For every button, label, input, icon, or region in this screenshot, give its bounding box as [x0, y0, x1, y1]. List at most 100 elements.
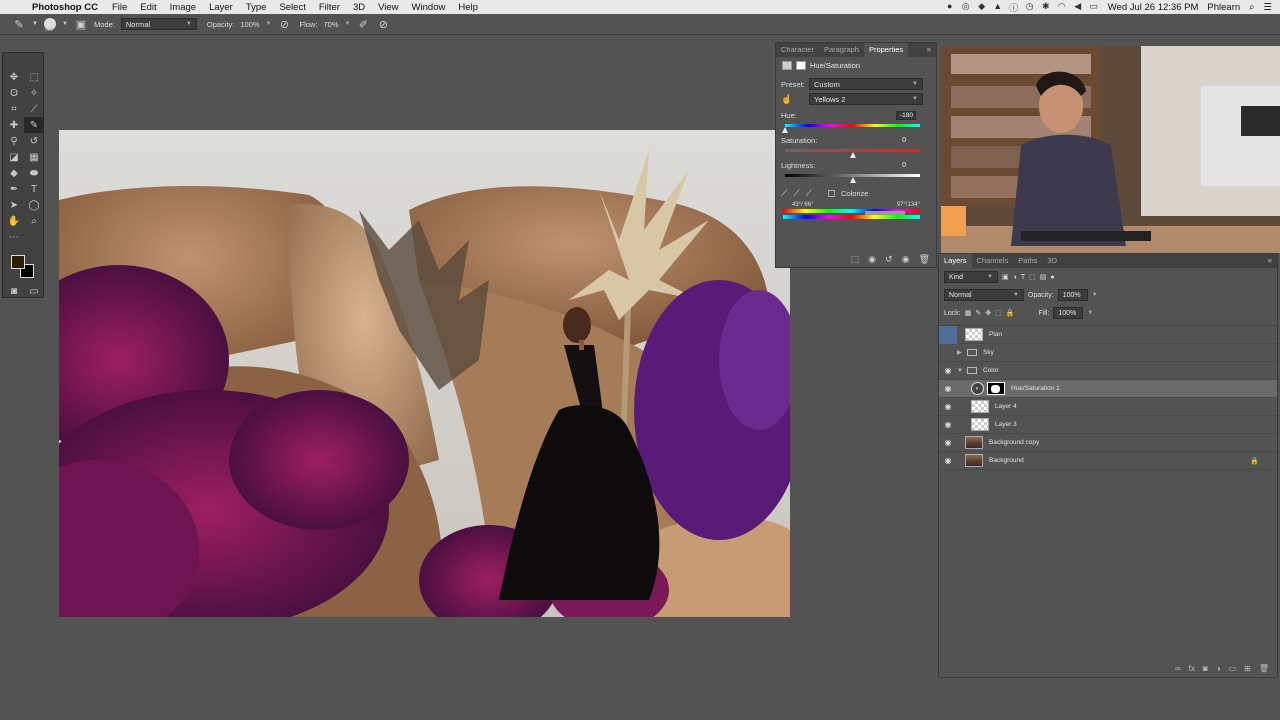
saturation-slider-thumb[interactable] [849, 152, 856, 158]
menu-help[interactable]: Help [458, 2, 478, 13]
hue-slider-thumb[interactable] [782, 127, 788, 133]
view-previous-icon[interactable]: ◉ [868, 254, 876, 265]
quick-mask-icon[interactable]: ◙ [6, 283, 22, 299]
spotlight-icon[interactable]: ⌕ [1249, 2, 1254, 13]
layer-name[interactable]: Layer 3 [995, 421, 1017, 428]
pressure-opacity-icon[interactable]: ⊘ [278, 18, 292, 31]
blend-mode-dropdown[interactable]: Normal ▼ [944, 289, 1024, 301]
chevron-down-icon[interactable]: ▼ [1087, 310, 1093, 316]
drive-icon[interactable]: ▲ [993, 1, 1003, 14]
lock-position-icon[interactable]: ✥ [985, 309, 991, 317]
battery-icon[interactable]: ▭ [1089, 1, 1099, 14]
bluetooth-icon[interactable]: ✱ [1041, 1, 1051, 14]
trash-icon[interactable]: 🗑 [1259, 664, 1269, 673]
wifi-icon[interactable]: ◠ [1057, 1, 1067, 14]
menu-layer[interactable]: Layer [209, 2, 233, 13]
lock-all-icon[interactable]: 🔒 [1006, 309, 1015, 317]
chevron-down-icon[interactable]: ▼ [266, 21, 272, 27]
eye-icon[interactable]: ◉ [939, 456, 957, 465]
magic-wand-tool-icon[interactable]: ✧ [24, 85, 44, 101]
type-tool-icon[interactable]: T [24, 181, 44, 197]
new-layer-icon[interactable]: ⊞ [1244, 664, 1251, 673]
airbrush-icon[interactable]: ✐ [356, 18, 370, 31]
clock-icon[interactable]: ◷ [1025, 1, 1035, 14]
mode-dropdown[interactable]: Normal ▼ [120, 18, 197, 30]
clone-stamp-tool-icon[interactable]: ⚲ [4, 133, 24, 149]
visibility-off-icon[interactable]: ◉ [939, 348, 957, 357]
filter-type-icon[interactable]: T [1021, 274, 1025, 281]
brush-tool-icon[interactable]: ✎ [12, 18, 26, 31]
move-tool-icon[interactable]: ✥ [4, 69, 24, 85]
targeted-adjustment-hand-icon[interactable]: ☝ [781, 94, 809, 105]
filter-toggle-icon[interactable]: ● [1050, 274, 1054, 281]
filter-pixel-icon[interactable]: ▣ [1002, 273, 1009, 281]
eyedropper-icon[interactable]: ⟋ [781, 188, 787, 199]
layer-name[interactable]: Background copy [989, 439, 1039, 446]
layer-row[interactable]: Plan [939, 325, 1277, 344]
pressure-size-icon[interactable]: ⊘ [376, 18, 390, 31]
info-icon[interactable]: ⓘ [1009, 1, 1019, 14]
clip-to-layer-icon[interactable]: ⬚ [851, 254, 860, 265]
menu-view[interactable]: View [378, 2, 398, 13]
menu-file[interactable]: File [112, 2, 127, 13]
record-icon[interactable]: ● [945, 1, 955, 14]
lock-pixels-icon[interactable]: ✎ [975, 309, 981, 317]
visibility-icon[interactable]: ◉ [902, 254, 910, 265]
eye-icon[interactable]: ◉ [939, 402, 957, 411]
gradient-tool-icon[interactable]: ▦ [24, 149, 44, 165]
blur-tool-icon[interactable]: ◆ [4, 165, 24, 181]
fill-field[interactable]: 100% [1053, 307, 1084, 319]
filter-shape-icon[interactable]: ⬚ [1029, 273, 1036, 281]
layer-group-row[interactable]: ◉ ▶ Sky [939, 344, 1277, 362]
hue-slider[interactable] [782, 120, 920, 134]
layer-filter-dropdown[interactable]: Kind ▼ [944, 271, 998, 283]
brush-tool-icon[interactable]: ✎ [24, 117, 44, 133]
hand-tool-icon[interactable]: ✋ [4, 213, 24, 229]
saturation-slider[interactable] [785, 145, 920, 159]
layer-name[interactable]: Color [983, 367, 999, 374]
eye-icon[interactable]: ◉ [939, 384, 957, 393]
tab-character[interactable]: Character [776, 43, 819, 57]
menu-window[interactable]: Window [412, 2, 446, 13]
healing-brush-tool-icon[interactable]: ✚ [4, 117, 24, 133]
chevron-down-icon[interactable]: ▼ [32, 21, 38, 27]
layer-row[interactable]: ◉ Layer 3 [939, 416, 1277, 434]
new-adjustment-icon[interactable]: ◑ [1216, 664, 1221, 673]
add-mask-icon[interactable]: ◙ [1203, 664, 1208, 673]
app-menu[interactable]: Photoshop CC [32, 2, 98, 13]
screen-mode-icon[interactable]: ▭ [26, 283, 42, 299]
tab-properties[interactable]: Properties [863, 43, 909, 57]
crop-tool-icon[interactable]: ⌗ [4, 101, 24, 117]
layer-name[interactable]: Sky [983, 349, 994, 356]
layer-row[interactable]: ◉ Background copy [939, 434, 1277, 452]
menu-edit[interactable]: Edit [140, 2, 156, 13]
eye-icon[interactable]: ◉ [939, 420, 957, 429]
history-brush-tool-icon[interactable]: ↺ [24, 133, 44, 149]
preset-dropdown[interactable]: Custom ▼ [809, 78, 923, 90]
pen-tool-icon[interactable]: ✒ [4, 181, 24, 197]
saturation-value-field[interactable]: 0 [902, 137, 906, 144]
layer-style-icon[interactable]: fx [1189, 664, 1195, 673]
layer-name[interactable]: Layer 4 [995, 403, 1017, 410]
adjustment-type-icon[interactable] [782, 61, 792, 70]
notification-center-icon[interactable]: ☰ [1263, 2, 1272, 13]
eye-icon[interactable]: ◉ [939, 366, 957, 375]
layer-mask-icon[interactable] [796, 61, 806, 70]
flow-field[interactable]: 70% [323, 20, 338, 29]
link-layers-icon[interactable]: ∞ [1175, 664, 1181, 673]
volume-icon[interactable]: ◀ [1073, 1, 1083, 14]
tab-layers[interactable]: Layers [939, 254, 972, 268]
lightness-slider-thumb[interactable] [849, 177, 856, 183]
range-selection-bar[interactable] [865, 211, 905, 215]
tab-3d[interactable]: 3D [1042, 254, 1062, 268]
filter-smartobject-icon[interactable]: ▤ [1040, 273, 1047, 281]
opacity-field[interactable]: 100% [240, 20, 259, 29]
layer-name[interactable]: Hue/Saturation 1 [1011, 385, 1060, 392]
menu-3d[interactable]: 3D [353, 2, 365, 13]
eyedropper-add-icon[interactable]: ⟋ [793, 188, 799, 199]
visibility-off-icon[interactable] [939, 325, 957, 344]
marquee-tool-icon[interactable]: ⬚ [24, 69, 44, 85]
tab-paths[interactable]: Paths [1013, 254, 1042, 268]
menu-select[interactable]: Select [279, 2, 305, 13]
chevron-right-icon[interactable]: ▶ [957, 349, 965, 356]
